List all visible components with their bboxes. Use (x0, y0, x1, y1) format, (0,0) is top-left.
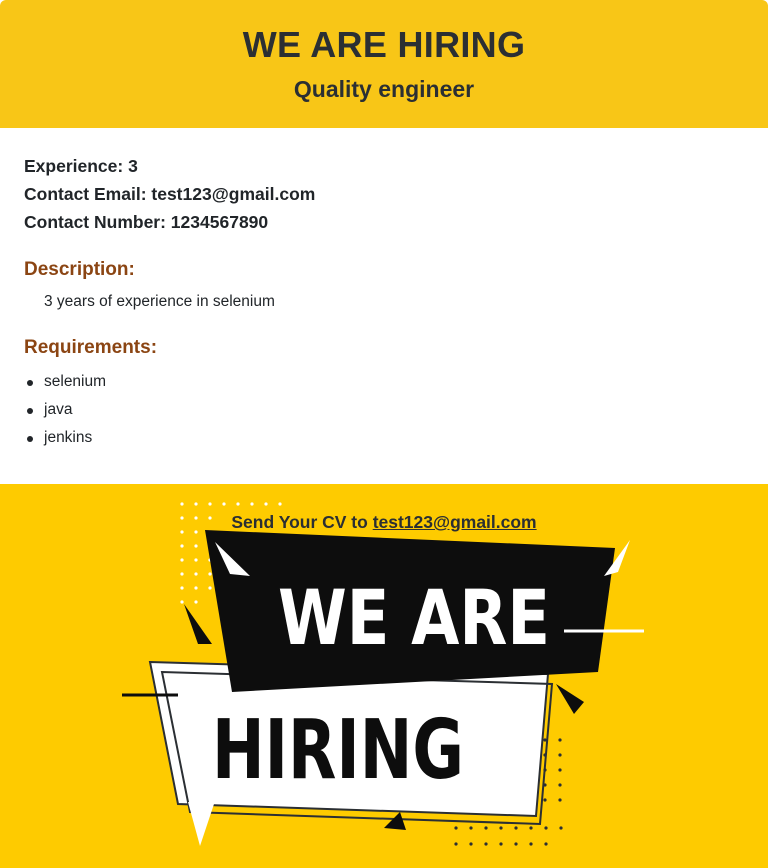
experience-text: Experience: 3 (24, 156, 138, 176)
triangle-accent (184, 604, 212, 644)
list-item: selenium (24, 368, 744, 396)
requirements-heading: Requirements: (24, 337, 158, 358)
hiring-banner-image: WE ARE HIRING (122, 502, 644, 846)
triangle-accent (384, 812, 406, 830)
hiring-footer: WE ARE HIRING Send Your CV to test123@gm… (0, 484, 768, 868)
send-cv-text: Send Your CV to test123@gmail.com (0, 512, 768, 533)
description-text: 3 years of experience in selenium (44, 293, 275, 310)
requirements-list: selenium java jenkins (24, 368, 744, 452)
job-title: Quality engineer (293, 76, 475, 102)
banner-text-line1: WE ARE (278, 573, 550, 662)
send-cv-label: Send Your CV to (231, 512, 368, 532)
contact-email-text: Contact Email: test123@gmail.com (24, 184, 316, 204)
triangle-accent (556, 684, 584, 714)
banner-text-line2: HIRING (212, 703, 464, 798)
contact-number-text: Contact Number: 1234567890 (24, 212, 269, 232)
job-header: WE ARE HIRING Quality engineer (0, 0, 768, 128)
job-details: Experience: 3 Contact Email: test123@gma… (24, 152, 744, 452)
speech-tail (188, 802, 214, 846)
description-heading: Description: (24, 259, 135, 280)
list-item: jenkins (24, 424, 744, 452)
cv-email-link[interactable]: test123@gmail.com (373, 512, 537, 532)
list-item: java (24, 396, 744, 424)
page-title: WE ARE HIRING (242, 24, 526, 65)
